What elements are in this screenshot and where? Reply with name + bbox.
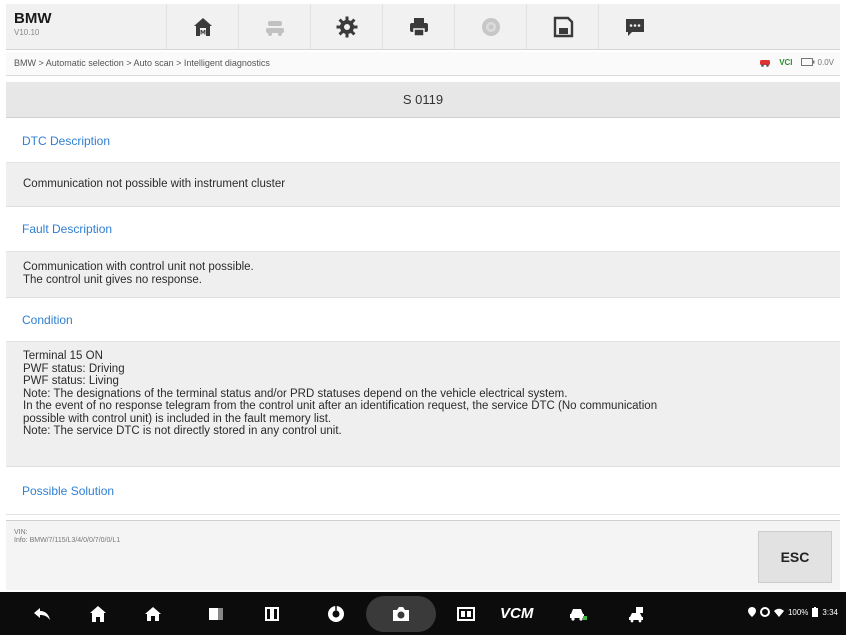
condition-line: PWF status: Living [23,375,119,387]
recent-apps-button[interactable] [196,592,236,635]
vehicle-status-icon [570,608,587,621]
help-button[interactable] [454,4,526,49]
feedback-button[interactable] [598,4,670,49]
device-battery-icon [812,607,819,617]
fault-description-heading: Fault Description [6,207,840,252]
browser-icon [328,605,344,622]
fault-description-line: The control unit gives no response. [23,273,202,286]
battery-voltage: 0.0V [800,57,834,67]
vehicle-tools-button[interactable] [618,592,658,635]
autel-home-icon [90,605,106,622]
split-screen-button[interactable] [252,592,292,635]
vehicle-connection-icon [760,60,771,67]
condition-heading: Condition [6,298,840,342]
vehicle-brand: BMW V10.10 [14,10,124,39]
save-button[interactable] [526,4,598,49]
svg-text:M: M [200,29,206,36]
battery-voltage-value: 0.0V [817,57,834,67]
vci-status: VCI [779,57,793,67]
save-icon [553,16,573,37]
fault-description-line: Communication with control unit not poss… [23,261,254,273]
android-navigation-bar: VCM 100% 3:34 [0,592,846,635]
system-tray: 100% 3:34 [747,607,838,617]
condition-line: Note: The service DTC is not directly st… [23,425,342,437]
location-icon [747,607,756,617]
software-version: V10.10 [14,28,40,37]
help-icon [481,17,500,36]
condition-line: Note: The designations of the terminal s… [23,387,568,400]
condition-line: PWF status: Driving [23,362,125,375]
data-manager-icon [457,606,475,621]
dtc-description-heading: DTC Description [6,119,840,163]
page-title: S 0119 [6,82,840,118]
dtc-description-body: Communication not possible with instrume… [6,163,840,207]
breadcrumb: BMW > Automatic selection > Auto scan > … [14,58,270,68]
back-button[interactable] [22,592,62,635]
split-screen-icon [265,606,279,621]
camera-icon [393,607,409,621]
vehicle-status-button[interactable] [558,592,598,635]
home-icon: M [193,17,212,36]
condition-line: possible with control unit) is included … [23,412,332,425]
esc-button[interactable]: ESC [758,531,832,583]
print-button[interactable] [382,4,454,49]
condition-line: Terminal 15 ON [23,350,103,362]
home-button[interactable]: M [166,4,238,49]
battery-percent: 100% [787,607,809,617]
condition-line: In the event of no response telegram fro… [23,400,658,412]
settings-button[interactable] [310,4,382,49]
vehicle-info-panel: VIN: Info: BMW/7/115/L3/4/0/0/7/0/0/L1 E… [6,520,840,590]
android-home-button[interactable] [133,592,173,635]
connection-status: VCI 0.0V [759,57,834,67]
dtc-description-text: Communication not possible with instrume… [23,178,286,191]
fault-description-body: Communication with control unit not poss… [6,252,840,298]
breadcrumb-bar: BMW > Automatic selection > Auto scan > … [6,52,840,76]
possible-solution-heading: Possible Solution [6,467,840,515]
vehicle-swap-button[interactable] [238,4,310,49]
vcm-label: VCM [500,605,534,622]
settings-icon [336,16,357,37]
battery-icon [800,58,815,66]
vehicle-swap-icon [265,20,284,36]
vehicle-info-text: Info: BMW/7/115/L3/4/0/0/7/0/0/L1 [14,537,121,544]
print-icon [409,17,428,37]
android-home-icon [145,606,161,621]
vehicle-make: BMW [14,10,52,27]
recent-apps-icon [209,607,223,620]
vcm-button[interactable]: VCM [500,592,533,635]
data-manager-button[interactable] [446,592,486,635]
feedback-icon [625,18,644,36]
sync-icon [759,607,770,617]
wifi-icon [773,608,784,617]
vehicle-tools-icon [629,606,643,622]
condition-body: Terminal 15 ON PWF status: Driving PWF s… [6,342,840,467]
browser-button[interactable] [316,592,356,635]
autel-home-button[interactable] [78,592,118,635]
clock: 3:34 [822,607,838,617]
screenshot-button[interactable] [366,596,436,632]
vin-label: VIN: [14,529,28,536]
top-toolbar: BMW V10.10 M [6,4,840,50]
back-icon [34,607,50,620]
